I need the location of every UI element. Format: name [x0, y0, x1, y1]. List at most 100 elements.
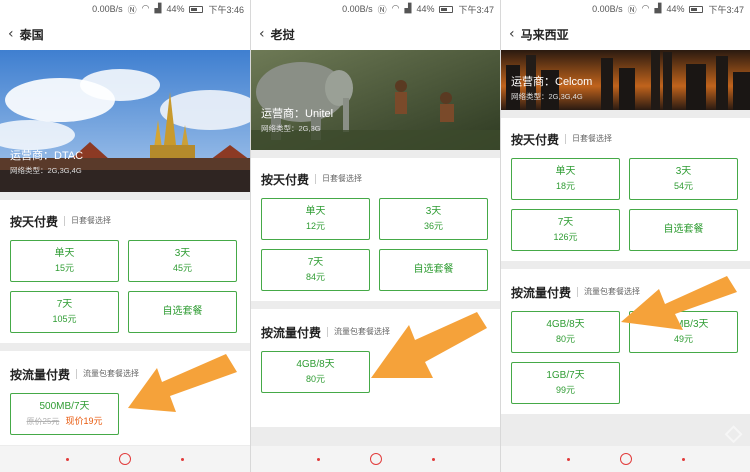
- carrier-info: 运营商：Celcom 网络类型：2G,3G,4G: [511, 73, 592, 102]
- plan-price: 99元: [555, 385, 575, 395]
- original-price: 原价25元: [26, 416, 60, 426]
- phone-screen-thailand: 0.00B/s Ⓝ ◠ ▟ 44% 下午3:46 ‹ 泰国 运营商：DTAC 网…: [0, 0, 250, 472]
- plan-option[interactable]: 4GB/8天 80元: [511, 311, 620, 353]
- plan-name: 500MB/7天: [39, 400, 90, 412]
- carrier-info: 运营商：Unitel 网络类型：2G,3G: [261, 105, 333, 134]
- flow-plan-section: 按流量付费 流量包套餐选择 500MB/7天 原价25元 现价19元: [0, 351, 250, 445]
- custom-plan-button[interactable]: 自选套餐: [128, 291, 237, 333]
- day-plan-section: 按天付费 日套餐选择 单天 15元 3天 45元 7天 105元 自选套餐: [0, 200, 250, 343]
- clock: 下午3:46: [208, 4, 244, 15]
- elephant-photo: [251, 50, 500, 150]
- battery-icon: [689, 5, 704, 13]
- back-dot-icon[interactable]: [316, 457, 320, 461]
- current-price: 现价19元: [65, 415, 103, 426]
- plan-name: 3天: [174, 248, 191, 259]
- plan-name: 3天: [675, 166, 692, 177]
- battery-percent: 44%: [416, 4, 435, 14]
- plan-option[interactable]: 单天 18元: [511, 158, 620, 200]
- section-hint: 日套餐选择: [315, 174, 362, 184]
- wifi-icon: ◠: [141, 4, 150, 14]
- phone-screen-laos: 0.00B/s Ⓝ ◠ ▟ 44% 下午3:47 ‹ 老挝 运营商：Unitel…: [250, 0, 500, 472]
- plan-option[interactable]: 4GB/8天 80元: [261, 351, 370, 393]
- custom-plan-button[interactable]: 自选套餐: [629, 209, 738, 251]
- plan-option[interactable]: 300MB/3天 49元: [629, 311, 738, 353]
- plan-price: 49元: [673, 334, 693, 344]
- title-bar: ‹ 老挝: [251, 18, 500, 50]
- plan-name: 4GB/8天: [546, 319, 585, 330]
- plan-name: 单天: [54, 248, 75, 259]
- plan-price: 80元: [555, 334, 575, 344]
- network-type-label: 网络类型：2G,3G: [261, 124, 321, 133]
- page-title: 马来西亚: [520, 27, 569, 42]
- section-title: 按天付费: [261, 172, 310, 187]
- nav-bar: [251, 446, 500, 472]
- plan-price: 12元: [305, 221, 325, 231]
- status-bar: 0.00B/s Ⓝ ◠ ▟ 44% 下午3:47: [501, 0, 750, 18]
- network-type-label: 网络类型：2G,3G,4G: [511, 92, 583, 101]
- home-icon[interactable]: [119, 453, 131, 465]
- home-icon[interactable]: [369, 453, 382, 465]
- day-plan-section: 按天付费 日套餐选择 单天 18元 3天 54元 7天 126元 自选套餐: [501, 118, 750, 261]
- plan-option[interactable]: 单天 12元: [261, 198, 370, 240]
- section-title: 按流量付费: [261, 325, 322, 340]
- plan-price: 126元: [553, 232, 578, 242]
- plan-option[interactable]: 7天 105元: [10, 291, 119, 333]
- plan-option[interactable]: 3天 45元: [128, 240, 237, 282]
- plan-name: 7天: [557, 217, 574, 228]
- net-speed: 0.00B/s: [92, 4, 123, 14]
- signal-icon: ▟: [654, 4, 662, 14]
- country-banner: 运营商：Unitel 网络类型：2G,3G: [251, 50, 500, 150]
- title-bar: ‹ 泰国: [0, 18, 250, 50]
- plan-name: 单天: [305, 206, 326, 217]
- back-dot-icon[interactable]: [566, 457, 570, 461]
- battery-percent: 44%: [666, 4, 685, 14]
- plan-name: 7天: [56, 299, 73, 310]
- recents-dot-icon[interactable]: [681, 457, 685, 461]
- recents-dot-icon[interactable]: [181, 457, 184, 461]
- back-arrow-icon[interactable]: ‹: [509, 26, 515, 42]
- operator-label: 运营商：Unitel: [261, 108, 334, 120]
- clock: 下午3:47: [708, 4, 744, 15]
- nav-bar: [501, 446, 750, 472]
- plan-name: 3天: [425, 206, 442, 217]
- back-arrow-icon[interactable]: ‹: [259, 26, 265, 42]
- network-type-label: 网络类型：2G,3G,4G: [10, 166, 82, 175]
- plan-price: 105元: [52, 314, 77, 324]
- nfc-icon: Ⓝ: [627, 5, 637, 16]
- custom-plan-button[interactable]: 自选套餐: [379, 249, 488, 291]
- net-speed: 0.00B/s: [592, 4, 623, 14]
- plan-option[interactable]: 1GB/7天 99元: [511, 362, 620, 404]
- plan-option[interactable]: 3天 54元: [629, 158, 738, 200]
- section-title: 按天付费: [511, 132, 560, 147]
- plan-price: 36元: [423, 221, 443, 231]
- recents-dot-icon[interactable]: [431, 457, 435, 461]
- title-bar: ‹ 马来西亚: [501, 18, 750, 50]
- plan-option[interactable]: 7天 84元: [261, 249, 370, 291]
- back-arrow-icon[interactable]: ‹: [8, 26, 14, 42]
- plan-price: 84元: [305, 272, 325, 282]
- plan-name: 4GB/8天: [296, 359, 335, 370]
- signal-icon: ▟: [404, 4, 412, 14]
- status-bar: 0.00B/s Ⓝ ◠ ▟ 44% 下午3:46: [0, 0, 250, 18]
- plan-price: 54元: [673, 181, 693, 191]
- flow-plan-section: 按流量付费 流量包套餐选择 4GB/8天 80元: [251, 309, 500, 427]
- country-banner: 运营商：DTAC 网络类型：2G,3G,4G: [0, 50, 250, 192]
- home-icon[interactable]: [619, 453, 632, 465]
- plan-option[interactable]: 单天 15元: [10, 240, 119, 282]
- plan-option[interactable]: 3天 36元: [379, 198, 488, 240]
- section-hint: 流量包套餐选择: [76, 369, 139, 379]
- back-dot-icon[interactable]: [66, 457, 69, 461]
- plan-name: 自选套餐: [413, 264, 454, 275]
- watermark: ◇: [725, 420, 744, 445]
- wifi-icon: ◠: [391, 4, 400, 14]
- plan-name: 300MB/3天: [658, 319, 709, 330]
- plan-option[interactable]: 500MB/7天 原价25元 现价19元: [10, 393, 119, 435]
- section-title: 按流量付费: [511, 285, 572, 300]
- plan-name: 7天: [307, 257, 324, 268]
- page-title: 泰国: [19, 27, 44, 42]
- wifi-icon: ◠: [641, 4, 650, 14]
- day-plan-section: 按天付费 日套餐选择 单天 12元 3天 36元 7天 84元 自选套餐: [251, 158, 500, 301]
- section-hint: 日套餐选择: [565, 134, 612, 144]
- plan-option[interactable]: 7天 126元: [511, 209, 620, 251]
- status-bar: 0.00B/s Ⓝ ◠ ▟ 44% 下午3:47: [251, 0, 500, 18]
